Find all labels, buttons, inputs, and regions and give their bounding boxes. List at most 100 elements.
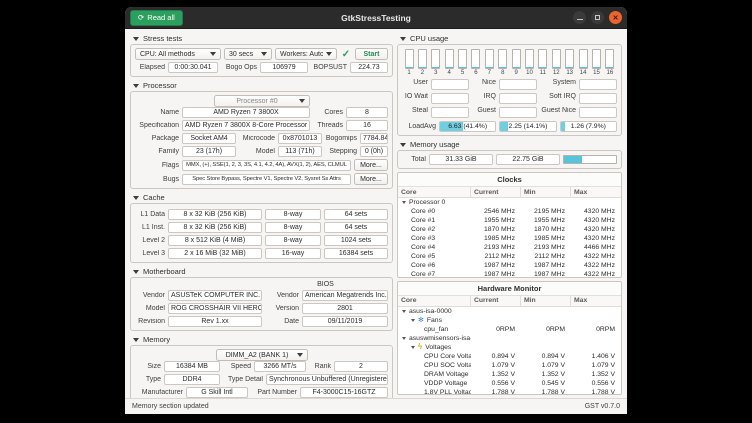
maximize-button[interactable] bbox=[591, 11, 604, 24]
bogomips-value: 7784.84 bbox=[360, 133, 388, 144]
hwmon-group-label: asuswmisensors-isa-0000 bbox=[409, 335, 471, 342]
cpu-core-number: 14 bbox=[580, 70, 587, 76]
close-icon: ✕ bbox=[613, 14, 619, 22]
clock-row[interactable]: Core #7 1987 MHz 1987 MHz 4322 MHz bbox=[398, 270, 621, 277]
spec-label: Specification bbox=[135, 122, 179, 129]
tree-expander-icon bbox=[402, 337, 406, 340]
memory-usage-section-header[interactable]: Memory usage bbox=[397, 139, 622, 150]
bugs-more-button[interactable]: More... bbox=[354, 173, 388, 185]
motherboard-section-header[interactable]: Motherboard bbox=[130, 266, 393, 277]
processor-section-header[interactable]: Processor bbox=[130, 80, 393, 91]
stress-tests-section-header[interactable]: Stress tests bbox=[130, 33, 393, 44]
cpu-stat-value bbox=[431, 93, 469, 104]
clock-row[interactable]: Core #3 1985 MHz 1985 MHz 4320 MHz bbox=[398, 234, 621, 243]
family-label: Family bbox=[135, 148, 179, 155]
cpu-stat-value bbox=[499, 79, 537, 90]
clock-current: 2546 MHz bbox=[471, 208, 521, 215]
loadavg-value: 2.25 (14.1%) bbox=[500, 122, 555, 132]
core-name: Core #6 bbox=[411, 262, 435, 269]
dimm-select[interactable]: DIMM_A2 (BANK 1) bbox=[216, 349, 308, 361]
clock-row[interactable]: Core #2 1870 MHz 1870 MHz 4320 MHz bbox=[398, 225, 621, 234]
stress-workers-select[interactable]: Workers: Auto bbox=[275, 48, 337, 60]
column-header-max[interactable]: Max bbox=[571, 296, 621, 306]
cache-ways-value: 8-way bbox=[265, 209, 321, 220]
motherboard-section: Motherboard BIOS Vendor ASUSTeK COMPUTER… bbox=[130, 266, 393, 331]
cpu-core-bar-track bbox=[445, 49, 454, 69]
column-header-current[interactable]: Current bbox=[471, 296, 521, 306]
cpu-usage-section-header[interactable]: CPU usage bbox=[397, 33, 622, 44]
flags-more-button[interactable]: More... bbox=[354, 159, 388, 171]
mem-manufacturer-label: Manufacturer bbox=[135, 389, 183, 396]
hwmon-group-row[interactable]: asuswmisensors-isa-0000 bbox=[398, 334, 621, 343]
tree-expander-icon bbox=[402, 310, 406, 313]
clock-min: 1987 MHz bbox=[521, 271, 571, 277]
cpu-core-bar-fill bbox=[593, 67, 600, 68]
cpu-core-bar-fill bbox=[553, 67, 560, 68]
fans-label: Fans bbox=[427, 317, 442, 324]
start-button[interactable]: Start bbox=[355, 48, 388, 60]
voltage-sensor-row[interactable]: VDDP Voltage 0.556 V 0.545 V 0.556 V bbox=[398, 379, 621, 388]
column-header-max[interactable]: Max bbox=[571, 187, 621, 197]
mem-part-label: Part Number bbox=[251, 389, 297, 396]
loadavg-value: 1.26 (7.9%) bbox=[561, 122, 616, 132]
cache-ways-value: 16-way bbox=[265, 248, 321, 259]
voltage-sensor-row[interactable]: 1.8V PLL Voltage 1.788 V 1.788 V 1.788 V bbox=[398, 388, 621, 394]
clock-row[interactable]: Core #4 2193 MHz 2193 MHz 4466 MHz bbox=[398, 243, 621, 252]
cache-level-label: L1 Inst. bbox=[135, 224, 165, 231]
cache-size-value: 8 x 32 KiB (256 KiB) bbox=[168, 222, 262, 233]
cpu-core-bar: 6 bbox=[471, 49, 481, 76]
cache-size-value: 2 x 16 MiB (32 MiB) bbox=[168, 248, 262, 259]
processor-select[interactable]: Processor #0 bbox=[214, 95, 310, 107]
stress-method-select[interactable]: CPU: All methods bbox=[135, 48, 221, 60]
sensor-max: 1.352 V bbox=[571, 371, 621, 378]
column-header-current[interactable]: Current bbox=[471, 187, 521, 197]
memory-usage-section: Memory usage Total 31.33 GiB 22.75 GiB bbox=[397, 139, 622, 169]
voltage-sensor-row[interactable]: CPU SOC Voltage 1.079 V 1.079 V 1.079 V bbox=[398, 361, 621, 370]
clock-row[interactable]: Core #0 2546 MHz 2195 MHz 4320 MHz bbox=[398, 207, 621, 216]
fan-sensor-row[interactable]: cpu_fan 0RPM 0RPM 0RPM bbox=[398, 325, 621, 334]
memory-section-header[interactable]: Memory bbox=[130, 334, 393, 345]
mb-vendor-label: Vendor bbox=[135, 292, 165, 299]
close-button[interactable]: ✕ bbox=[609, 11, 622, 24]
expander-icon bbox=[133, 196, 139, 200]
sensor-current: 1.788 V bbox=[471, 389, 521, 394]
memory-usage-bar bbox=[563, 155, 617, 164]
column-header-core[interactable]: Core bbox=[398, 187, 471, 197]
mem-rank-label: Rank bbox=[309, 363, 331, 370]
flags-label: Flags bbox=[135, 162, 179, 169]
voltage-bolt-icon: ϟ bbox=[418, 343, 422, 351]
processor-section: Processor Processor #0 Name AMD Ryzen 7 … bbox=[130, 80, 393, 189]
hwmon-group-row[interactable]: asus-isa-0000 bbox=[398, 307, 621, 316]
hwmon-voltages-row[interactable]: ϟ Voltages bbox=[398, 343, 621, 352]
clock-row[interactable]: Core #5 2112 MHz 2112 MHz 4322 MHz bbox=[398, 252, 621, 261]
column-header-min[interactable]: Min bbox=[521, 296, 571, 306]
clock-current: 2193 MHz bbox=[471, 244, 521, 251]
clocks-group-row[interactable]: Processor 0 bbox=[398, 198, 621, 207]
clock-row[interactable]: Core #6 1987 MHz 1987 MHz 4322 MHz bbox=[398, 261, 621, 270]
voltage-sensor-row[interactable]: CPU Core Voltage 0.894 V 0.894 V 1.406 V bbox=[398, 352, 621, 361]
cpu-core-bar-track bbox=[538, 49, 547, 69]
clock-row[interactable]: Core #1 1955 MHz 1955 MHz 4320 MHz bbox=[398, 216, 621, 225]
clock-max: 4320 MHz bbox=[571, 226, 621, 233]
read-all-button[interactable]: ⟳ Read all bbox=[130, 10, 183, 26]
section-title: Motherboard bbox=[143, 267, 186, 276]
memory-section: Memory DIMM_A2 (BANK 1) Size 16384 MB Sp… bbox=[130, 334, 393, 398]
column-header-core[interactable]: Core bbox=[398, 296, 471, 306]
cpu-core-bar-fill bbox=[486, 67, 493, 68]
voltage-sensor-row[interactable]: DRAM Voltage 1.352 V 1.352 V 1.352 V bbox=[398, 370, 621, 379]
fan-rows: cpu_fan 0RPM 0RPM 0RPM bbox=[398, 325, 621, 334]
cpu-stat-value bbox=[579, 79, 617, 90]
hwmon-fans-row[interactable]: ✻ Fans bbox=[398, 316, 621, 325]
model-label: Model bbox=[239, 148, 275, 155]
minimize-button[interactable] bbox=[573, 11, 586, 24]
cache-level-label: Level 3 bbox=[135, 250, 165, 257]
column-header-min[interactable]: Min bbox=[521, 187, 571, 197]
cache-section-header[interactable]: Cache bbox=[130, 192, 393, 203]
cpu-core-number: 3 bbox=[434, 70, 437, 76]
cpu-core-bar-track bbox=[485, 49, 494, 69]
app-window: ⟳ Read all GtkStressTesting ✕ Stress tes… bbox=[125, 7, 627, 414]
cpu-core-bar: 15 bbox=[591, 49, 601, 76]
clock-min: 2112 MHz bbox=[521, 253, 571, 260]
stress-duration-select[interactable]: 30 secs bbox=[224, 48, 272, 60]
mem-manufacturer-value: G Skill Intl bbox=[186, 387, 248, 398]
